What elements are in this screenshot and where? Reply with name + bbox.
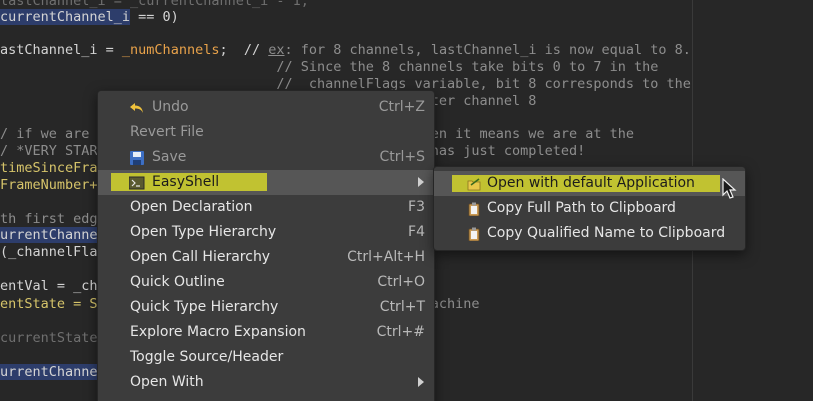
code-token: currentState= — [0, 330, 106, 346]
code-line: urrentChanne — [0, 363, 98, 381]
undo-icon — [130, 103, 143, 113]
submenu-item-open-default-application[interactable]: Open with default Application — [434, 171, 745, 196]
code-token: timeSinceFram — [0, 160, 106, 176]
menu-item-shortcut: F4 — [408, 224, 425, 240]
menu-item-shortcut: Ctrl+# — [376, 324, 425, 340]
submenu-item-label: Open with default Application — [487, 175, 695, 191]
menu-item-label: Open With — [130, 374, 204, 390]
code-token: == 0) — [130, 9, 179, 25]
menu-item-label: Revert File — [130, 124, 204, 140]
clipboard-icon — [468, 227, 480, 241]
code-line: // Since the 8 channels take bits 0 to 7… — [0, 58, 658, 76]
mouse-pointer-icon — [722, 178, 737, 199]
menu-item-shortcut: Ctrl+T — [379, 299, 425, 315]
menu-item-quick-outline[interactable]: Quick Outline Ctrl+O — [98, 270, 434, 295]
submenu-item-label: Copy Full Path to Clipboard — [487, 200, 676, 216]
code-token: entVal = _ch — [0, 278, 98, 294]
menu-item-label: Open Declaration — [130, 199, 253, 215]
menu-item-shortcut: Ctrl+S — [379, 149, 425, 165]
menu-item-toggle-source-header[interactable]: Toggle Source/Header — [98, 345, 434, 370]
menu-item-undo[interactable]: Undo Ctrl+Z — [98, 95, 434, 120]
editor-context-menu: Undo Ctrl+Z Revert File Save Ctrl+S Easy… — [97, 90, 435, 401]
code-token: currentChannel_i — [0, 9, 131, 25]
menu-item-easyshell[interactable]: EasyShell — [98, 170, 434, 195]
submenu-item-label: Copy Qualified Name to Clipboard — [487, 225, 726, 241]
menu-item-explore-macro-expansion[interactable]: Explore Macro Expansion Ctrl+# — [98, 320, 434, 345]
code-token: astChannel_i = — [0, 42, 122, 58]
code-line: entVal = _ch — [0, 277, 98, 295]
menu-item-shortcut: Ctrl+O — [377, 274, 425, 290]
submenu-item-copy-qualified-name[interactable]: Copy Qualified Name to Clipboard — [434, 221, 745, 246]
code-token: ex — [268, 42, 285, 58]
menu-item-label: Quick Type Hierarchy — [130, 299, 279, 315]
submenu-arrow-icon — [418, 177, 424, 187]
menu-item-label: EasyShell — [152, 174, 220, 190]
menu-item-revert-file[interactable]: Revert File — [98, 120, 434, 145]
code-token: / if we are c — [0, 126, 106, 142]
code-line: urrentChannel — [0, 226, 106, 244]
menu-item-label: Open Call Hierarchy — [130, 249, 271, 265]
open-folder-icon — [467, 178, 481, 191]
menu-item-label: Undo — [152, 99, 189, 115]
easyshell-submenu: Open with default Application Copy Full … — [433, 166, 746, 251]
code-token: FrameNumber++ — [0, 177, 106, 193]
code-line: astChannel_i = _numChannels; // ex: for … — [0, 41, 691, 59]
menu-item-open-declaration[interactable]: Open Declaration F3 — [98, 195, 434, 220]
code-line: currentState= — [0, 329, 106, 347]
code-line: currentChannel_i == 0) — [0, 8, 179, 26]
code-token: (_channelFla — [0, 244, 98, 260]
menu-item-label: Quick Outline — [130, 274, 225, 290]
code-token: urrentChannel — [0, 227, 106, 243]
code-token: th first edge — [0, 211, 106, 227]
menu-item-label: Open Type Hierarchy — [130, 224, 277, 240]
menu-item-label: Explore Macro Expansion — [130, 324, 306, 340]
code-token: : for 8 channels, lastChannel_i is now e… — [284, 42, 691, 58]
save-icon — [130, 151, 144, 165]
menu-item-label: Toggle Source/Header — [130, 349, 284, 365]
submenu-item-copy-full-path[interactable]: Copy Full Path to Clipboard — [434, 196, 745, 221]
code-line: (_channelFla — [0, 243, 98, 261]
terminal-icon — [129, 176, 145, 190]
menu-item-save[interactable]: Save Ctrl+S — [98, 145, 434, 170]
code-token: _numChannels — [121, 42, 220, 58]
code-token: // Since the 8 channels take bits 0 to 7… — [0, 59, 659, 75]
menu-item-open-with[interactable]: Open With — [98, 370, 434, 395]
submenu-arrow-icon — [418, 377, 424, 387]
code-token: entState = SE — [0, 296, 106, 312]
menu-item-quick-type-hierarchy[interactable]: Quick Type Hierarchy Ctrl+T — [98, 295, 434, 320]
menu-item-shortcut: Ctrl+Alt+H — [347, 249, 425, 265]
code-token: urrentChanne — [0, 364, 98, 380]
menu-item-shortcut: F3 — [408, 199, 425, 215]
code-token: ; // — [219, 42, 269, 58]
code-token: / *VERY START — [0, 143, 106, 159]
menu-item-open-call-hierarchy[interactable]: Open Call Hierarchy Ctrl+Alt+H — [98, 245, 434, 270]
menu-item-label: Save — [152, 149, 187, 165]
menu-item-open-type-hierarchy[interactable]: Open Type Hierarchy F4 — [98, 220, 434, 245]
menu-item-shortcut: Ctrl+Z — [378, 99, 425, 115]
code-line: FrameNumber++ — [0, 176, 106, 194]
code-line: timeSinceFram — [0, 159, 106, 177]
clipboard-icon — [468, 202, 480, 216]
